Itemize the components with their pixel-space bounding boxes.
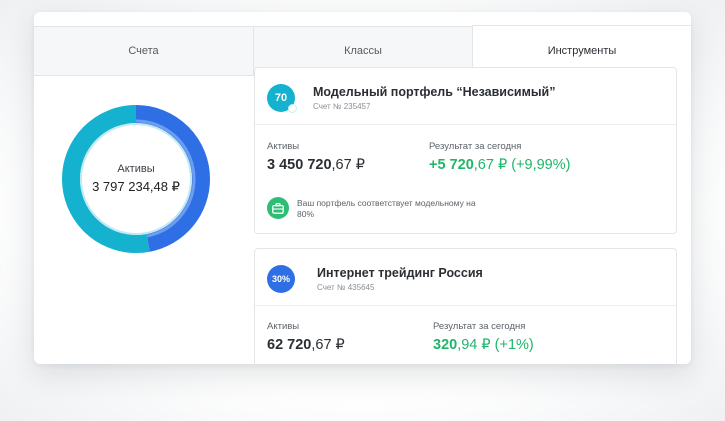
tab-accounts[interactable]: Счета [34, 26, 254, 76]
portfolio-header: 70 Модельный портфель “Независимый” Счет… [255, 68, 676, 125]
portfolio-account: Счет № 435645 [317, 283, 375, 292]
assets-dec: ,67 ₽ [311, 337, 345, 353]
portfolio-card-model[interactable]: 70 Модельный портфель “Независимый” Счет… [254, 67, 677, 234]
portfolio-name: Интернет трейдинг Россия [317, 266, 483, 280]
result-label: Результат за сегодня [429, 141, 522, 152]
result-int: +5 720 [429, 157, 474, 173]
assets-label: Активы [267, 141, 300, 152]
portfolio-badge: 70 [267, 84, 297, 113]
donut-center: Активы 3 797 234,48 ₽ [60, 103, 212, 255]
badge-value: 70 [274, 92, 288, 104]
badge-value: 30% [271, 274, 290, 284]
model-match-note: Ваш портфель соответствует модельному на… [297, 198, 476, 219]
assets-label: Активы [267, 321, 300, 332]
badge-indicator-icon [288, 104, 297, 113]
assets-int: 3 450 720 [267, 157, 332, 173]
result-dec: ,67 ₽ (+9,99%) [473, 157, 571, 173]
briefcase-icon [267, 197, 289, 219]
portfolio-card-trading[interactable]: 30% Интернет трейдинг Россия Счет № 4356… [254, 248, 677, 364]
portfolio-card: Счета Классы Инструменты Активы 3 797 23… [34, 12, 691, 364]
portfolio-header: 30% Интернет трейдинг Россия Счет № 4356… [255, 249, 676, 306]
portfolio-name: Модельный портфель “Независимый” [313, 85, 556, 99]
donut-caption: Активы [117, 163, 155, 175]
result-int: 320 [433, 337, 458, 353]
assets-value: 3 450 720,67 ₽ [267, 157, 365, 173]
result-dec: ,94 ₽ (+1%) [457, 337, 534, 353]
result-label: Результат за сегодня [433, 321, 526, 332]
assets-value: 62 720,67 ₽ [267, 337, 345, 353]
donut-total: 3 797 234,48 ₽ [92, 179, 180, 194]
assets-int: 62 720 [267, 337, 312, 353]
assets-dec: ,67 ₽ [331, 157, 365, 173]
result-value: +5 720,67 ₽ (+9,99%) [429, 157, 570, 173]
result-value: 320,94 ₽ (+1%) [433, 337, 534, 353]
portfolio-badge: 30% [267, 265, 295, 293]
portfolio-account: Счет № 235457 [313, 102, 371, 111]
